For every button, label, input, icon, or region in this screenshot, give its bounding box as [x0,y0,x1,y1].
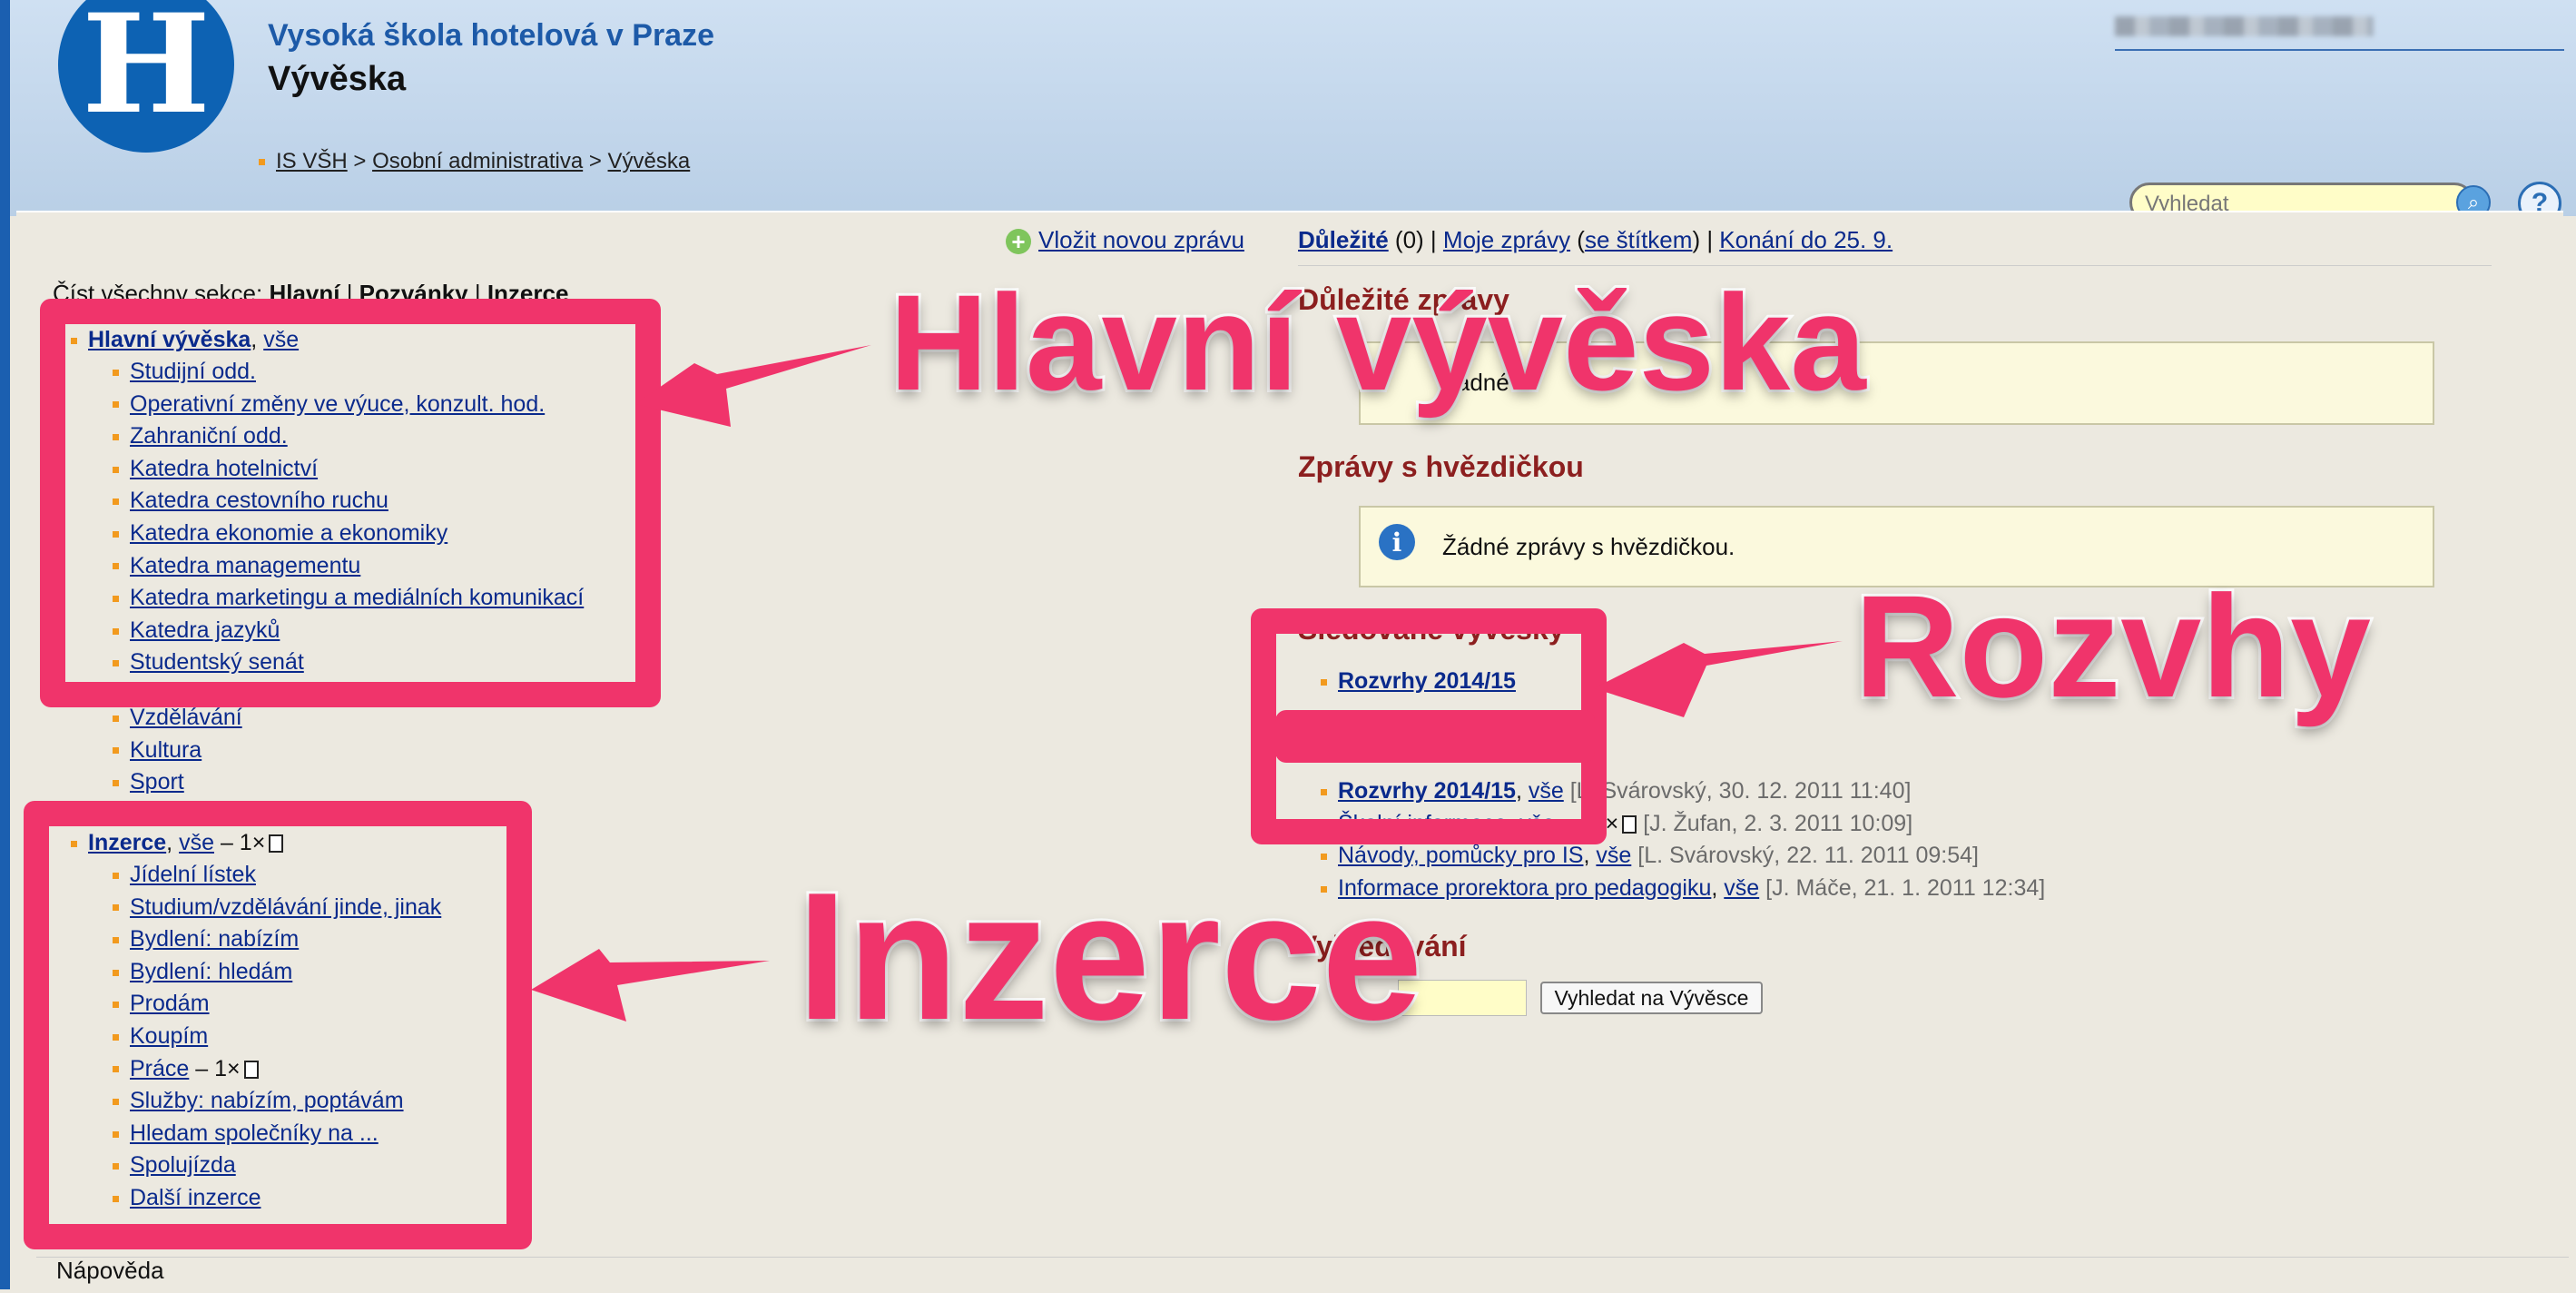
arrow-ads [531,949,770,1022]
annotation-timetable-label: Rozvhy [1852,565,2374,727]
arrow-main [635,345,871,427]
annotation-ads-label: Inzerce [794,855,1425,1058]
arrow-timetables [1594,641,1843,717]
annotation-main-label: Hlavní vývěska [887,266,1869,419]
